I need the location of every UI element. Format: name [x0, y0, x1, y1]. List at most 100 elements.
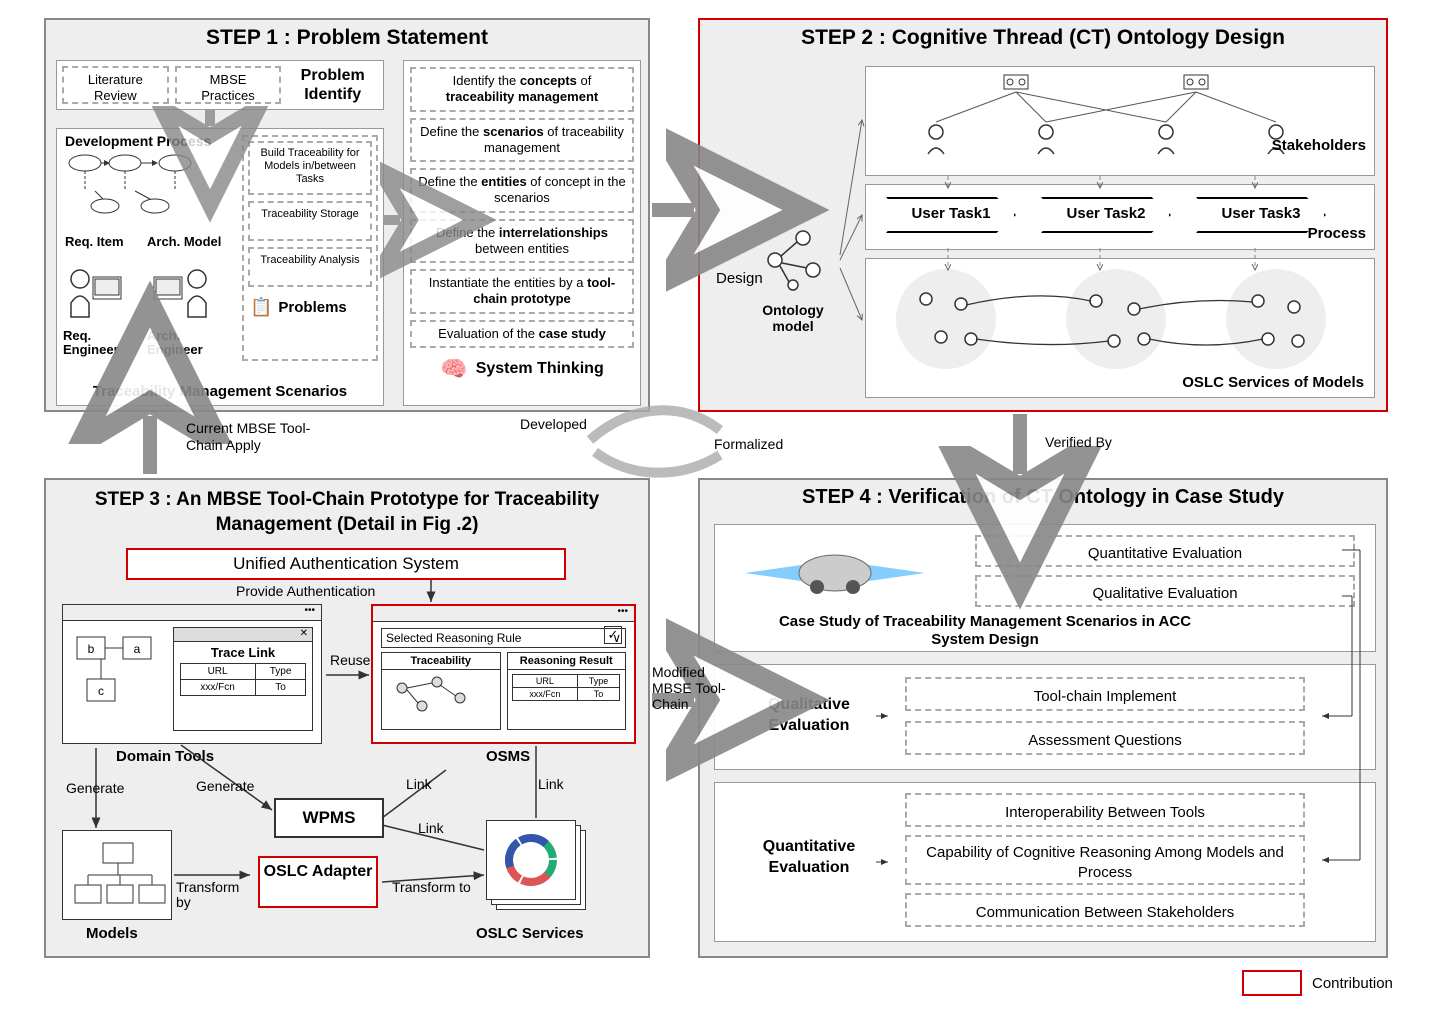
svg-text:b: b — [88, 642, 95, 656]
svg-text:c: c — [98, 684, 104, 698]
current-mbse-label: Current MBSE Tool-Chain Apply — [186, 420, 326, 454]
close-icon: ✕ — [174, 628, 312, 642]
cap-reason-box: Capability of Cognitive Reasoning Among … — [905, 835, 1305, 885]
quant-area-label: Quantitative Evaluation — [729, 837, 889, 879]
assess-q-box: Assessment Questions — [905, 721, 1305, 755]
lidar-car-icon — [725, 533, 945, 613]
oslc-adapter-box: OSLC Adapter — [258, 856, 378, 908]
transform-to-label: Transform to — [392, 880, 472, 895]
trace-storage-box: Traceability Storage — [248, 201, 372, 241]
lit-review-box: Literature Review — [62, 66, 169, 104]
qual-area-label: Qualitative Evaluation — [729, 695, 889, 737]
legend: Contribution — [1242, 970, 1393, 996]
wpms-box: WPMS — [274, 798, 384, 838]
comm-box: Communication Between Stakeholders — [905, 893, 1305, 927]
trace-graph-icon — [382, 670, 500, 724]
ontology-model-label: Ontology model — [748, 302, 838, 334]
arch-eng-label: Arch. Engineer — [147, 329, 217, 358]
mbse-practices-box: MBSE Practices — [175, 66, 282, 104]
trace-analysis-box: Traceability Analysis — [248, 247, 372, 287]
domain-tools-label: Domain Tools — [116, 748, 214, 765]
generate-label2: Generate — [196, 778, 254, 794]
process-label: Process — [1308, 225, 1366, 242]
oslc-models-label: OSLC Services of Models — [1182, 374, 1364, 391]
st-c5: Instantiate the entities by a tool-chain… — [410, 269, 634, 314]
svg-text:a: a — [134, 642, 141, 656]
scenario-area: Development Process Req. Item Arch. Mode… — [56, 128, 384, 406]
quant-eval-area: Quantitative Evaluation Interoperability… — [714, 782, 1376, 942]
models-label: Models — [86, 925, 138, 942]
interop-box: Interoperability Between Tools — [905, 793, 1305, 827]
trace-table: URLType xxx/FcnTo — [180, 663, 307, 696]
tms-label: Traceability Management Scenarios — [65, 383, 375, 400]
models-box — [62, 830, 172, 920]
build-trace-box: Build Traceability for Models in/between… — [248, 141, 372, 195]
stakeholder-graph-icon — [866, 67, 1376, 177]
problem-identify-label: Problem Identify — [287, 66, 378, 104]
req-item-label: Req. Item — [65, 234, 124, 249]
check-icon[interactable]: ✓ — [604, 626, 622, 644]
req-engineer-icon — [65, 259, 125, 329]
arch-engineer-icon — [152, 259, 212, 329]
reasoning-table: URLType xxx/FcnTo — [512, 674, 620, 701]
traceability-subboxes: Build Traceability for Models in/between… — [242, 135, 378, 361]
transform-by-label: Transform by — [176, 880, 246, 911]
generate-label1: Generate — [66, 780, 124, 796]
dev-process-label: Development Process — [65, 133, 211, 149]
clipboard-icon: 📋 — [250, 297, 272, 318]
link-label3: Link — [538, 776, 564, 792]
case-study-label: Case Study of Traceability Management Sc… — [755, 613, 1215, 649]
traceability-panel: Traceability — [381, 652, 501, 730]
step3-panel: STEP 3 : An MBSE Tool-Chain Prototype fo… — [44, 478, 650, 958]
qual-eval-area: Qualitative Evaluation Tool-chain Implem… — [714, 664, 1376, 770]
rule-select[interactable]: Selected Reasoning Rule∨ — [381, 628, 626, 648]
process-diagram-icon — [65, 151, 245, 231]
osms-dots-icon: ••• — [373, 606, 634, 622]
step1-top-row: Literature Review MBSE Practices Problem… — [56, 60, 384, 110]
osms-window: ••• Selected Reasoning Rule∨ ✓ Traceabil… — [371, 604, 636, 744]
step3-title: STEP 3 : An MBSE Tool-Chain Prototype fo… — [46, 480, 648, 541]
st-c2: Define the scenarios of traceability man… — [410, 118, 634, 163]
formalized-label: Formalized — [714, 436, 783, 452]
problems-label: Problems — [278, 299, 346, 316]
quant-eval-box: Quantitative Evaluation — [975, 535, 1355, 567]
step1-panel: STEP 1 : Problem Statement Literature Re… — [44, 18, 650, 412]
provide-auth-label: Provide Authentication — [236, 583, 375, 599]
trace-link-subwin: ✕ Trace Link URLType xxx/FcnTo — [173, 627, 313, 731]
oslc-services-label: OSLC Services — [476, 925, 584, 942]
ontology-model-icon — [755, 220, 835, 300]
step4-title: STEP 4 : Verification of CT Ontology in … — [700, 480, 1386, 513]
modified-mbse-label: Modified MBSE Tool-Chain — [652, 664, 732, 712]
step2-panel: STEP 2 : Cognitive Thread (CT) Ontology … — [698, 18, 1388, 412]
st-c1: Identify the concepts of traceability ma… — [410, 67, 634, 112]
verified-by-label: Verified By — [1045, 434, 1112, 450]
process-area: User Task1 User Task2 User Task3 Process — [865, 184, 1375, 250]
user-task3: User Task3 — [1196, 197, 1326, 233]
link-label1: Link — [406, 776, 432, 792]
model-boxes-icon: a b c — [69, 629, 169, 729]
stakeholders-area: Stakeholders — [865, 66, 1375, 176]
arch-model-label: Arch. Model — [147, 234, 221, 249]
domain-tools-window: ••• a b c ✕ Trace Link URLType xxx/FcnTo — [62, 604, 322, 744]
stakeholders-label: Stakeholders — [1272, 137, 1366, 154]
trace-link-label: Trace Link — [174, 642, 312, 663]
reuse-label: Reuse — [330, 652, 370, 668]
user-task1: User Task1 — [886, 197, 1016, 233]
reasoning-panel: Reasoning Result URLType xxx/FcnTo — [507, 652, 627, 730]
oslc-area: OSLC Services of Models — [865, 258, 1375, 398]
system-thinking-col: Identify the concepts of traceability ma… — [403, 60, 641, 406]
uas-box: Unified Authentication System — [126, 548, 566, 580]
st-c4: Define the interrelationships between en… — [410, 219, 634, 264]
st-c6: Evaluation of the case study — [410, 320, 634, 348]
hierarchy-icon — [63, 831, 173, 921]
user-task2: User Task2 — [1041, 197, 1171, 233]
oslc-logo-icon — [501, 830, 561, 890]
developed-label: Developed — [520, 416, 587, 432]
toolchain-impl-box: Tool-chain Implement — [905, 677, 1305, 711]
step2-title: STEP 2 : Cognitive Thread (CT) Ontology … — [700, 20, 1386, 54]
step4-panel: STEP 4 : Verification of CT Ontology in … — [698, 478, 1388, 958]
sys-think-label: System Thinking — [476, 360, 604, 378]
window-dots-icon: ••• — [63, 605, 321, 621]
req-eng-label: Req. Engineer — [63, 329, 133, 358]
osms-label: OSMS — [486, 748, 530, 765]
